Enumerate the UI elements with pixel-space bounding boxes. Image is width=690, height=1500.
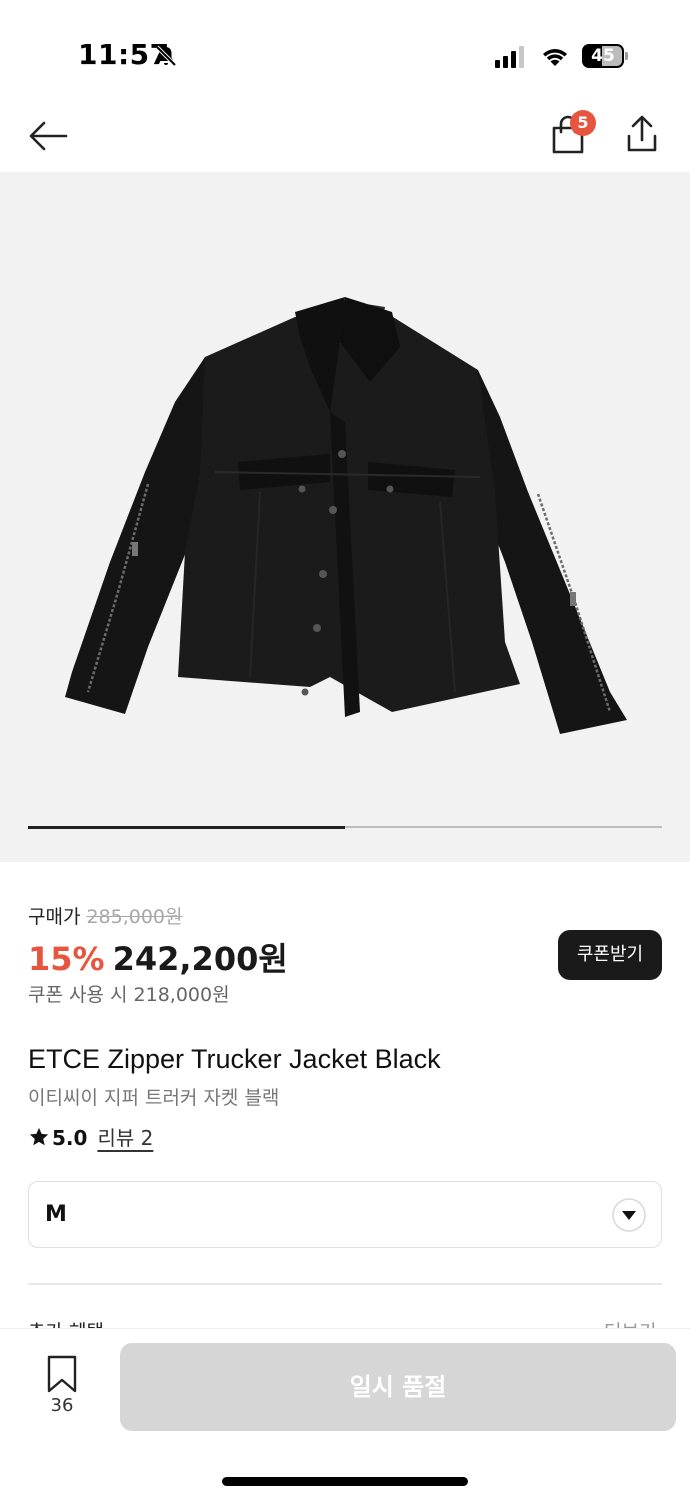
carousel-progress-track — [28, 825, 662, 829]
sold-out-button[interactable]: 일시 품절 — [120, 1343, 676, 1431]
arrow-left-icon[interactable] — [26, 114, 70, 158]
share-icon[interactable] — [620, 112, 664, 156]
get-coupon-button[interactable]: 쿠폰받기 — [558, 930, 662, 980]
product-image-carousel[interactable] — [0, 172, 690, 862]
battery-level: 45 — [591, 46, 615, 66]
bottom-action-bar: 36 일시 품절 — [0, 1328, 690, 1500]
section-divider — [28, 1283, 662, 1285]
star-icon — [29, 1127, 49, 1146]
coupon-price: 쿠폰 사용 시 218,000원 — [28, 984, 230, 1006]
price-label-row: 구매가 285,000원 — [28, 902, 183, 929]
selected-size: M — [45, 1202, 67, 1227]
bookmark-icon — [47, 1355, 77, 1393]
cart-button[interactable]: 5 — [546, 110, 596, 160]
chevron-down-icon — [612, 1198, 646, 1232]
bookmark-button[interactable]: 36 — [36, 1355, 88, 1419]
product-photo-jacket — [65, 297, 627, 734]
size-select[interactable]: M — [28, 1181, 662, 1248]
cellular-signal-icon — [495, 46, 524, 68]
rating-value: 5.0 — [52, 1126, 88, 1150]
bell-slash-icon — [155, 45, 177, 67]
discount-rate: 15% — [28, 940, 105, 978]
review-link[interactable]: 리뷰 2 — [97, 1126, 153, 1150]
sale-price: 242,200원 — [112, 940, 288, 978]
top-nav: 5 — [0, 100, 690, 172]
home-indicator — [222, 1477, 468, 1486]
wifi-icon — [543, 49, 567, 66]
battery-icon: 45 — [582, 44, 628, 68]
carousel-progress-indicator — [28, 825, 345, 829]
original-price: 285,000원 — [86, 906, 183, 928]
status-bar: 11:57 45 — [0, 0, 690, 100]
product-title: ETCE Zipper Trucker Jacket Black — [28, 1044, 441, 1074]
product-title-korean: 이티씨이 지퍼 트러커 자켓 블랙 — [28, 1087, 280, 1109]
price-label: 구매가 — [28, 906, 81, 928]
bookmark-count: 36 — [50, 1395, 74, 1416]
cart-count-badge: 5 — [570, 110, 596, 136]
rating-row: 5.0 리뷰 2 — [28, 1122, 153, 1151]
sale-price-row: 15% 242,200원 — [28, 934, 288, 980]
